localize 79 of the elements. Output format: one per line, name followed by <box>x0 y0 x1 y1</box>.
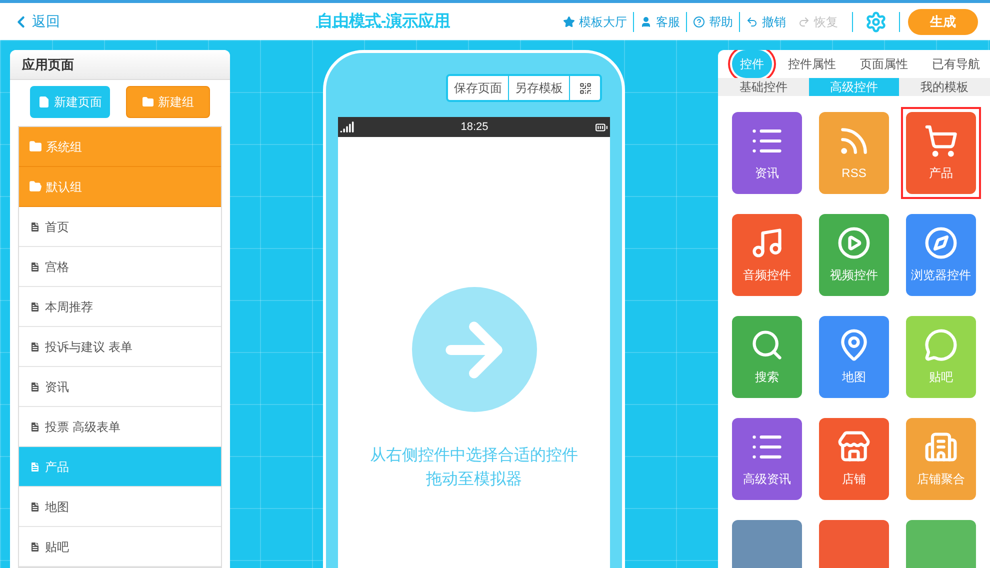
sub-tab[interactable]: 基础控件 <box>718 78 809 96</box>
generate-button[interactable]: 生成 <box>908 8 978 34</box>
app-title: 自由模式-演示应用 <box>316 11 450 32</box>
folder-icon <box>142 96 154 108</box>
tile-label: RSS <box>842 165 866 182</box>
store-icon <box>837 430 871 464</box>
panel-tab[interactable]: 页面属性 <box>852 50 916 78</box>
toolbar-button[interactable]: 另存模板 <box>509 76 570 100</box>
file-icon <box>38 96 50 108</box>
tile-label: 浏览器控件 <box>911 267 971 284</box>
panel-tab[interactable]: 控件属性 <box>780 50 844 78</box>
widget-tile[interactable]: 店铺 <box>814 413 894 505</box>
toolbar-action[interactable]: 帮助 <box>687 12 739 30</box>
help-icon <box>693 16 705 28</box>
widget-tile[interactable]: 产品 <box>901 107 981 199</box>
file-icon <box>29 220 41 232</box>
hint-text: 拖动至模拟器 <box>426 470 522 490</box>
cart-icon <box>924 124 958 158</box>
settings-icon[interactable] <box>865 10 887 32</box>
search-icon <box>750 328 784 362</box>
toolbar-button[interactable]: 保存页面 <box>448 76 509 100</box>
file-icon <box>29 260 41 272</box>
widget-tile[interactable]: 视频控件 <box>814 209 894 301</box>
music-note-icon <box>750 226 784 260</box>
mall-icon <box>924 430 958 464</box>
widget-tile[interactable]: 地图 <box>814 311 894 403</box>
widget-tile[interactable]: 搜索 <box>727 311 807 403</box>
tile-label: 视频控件 <box>830 267 878 284</box>
toolbar-action[interactable]: 模板大厅 <box>557 12 633 30</box>
tile-label: 店铺聚合 <box>917 471 965 488</box>
file-icon <box>29 420 41 432</box>
widget-tile[interactable]: RSS <box>814 107 894 199</box>
undo-icon <box>746 16 758 28</box>
group-item[interactable]: 系统组 <box>19 127 221 167</box>
signal-icon <box>340 120 354 134</box>
hint-text: 从右侧控件中选择合适的控件 <box>370 446 578 466</box>
widget-tile[interactable]: 贴吧 <box>901 311 981 403</box>
toolbar-action[interactable]: 撤销 <box>740 12 792 30</box>
back-button[interactable]: 返回 <box>12 11 60 32</box>
widget-tile[interactable]: 音频控件 <box>727 209 807 301</box>
new-group-button[interactable]: 新建组 <box>126 86 210 118</box>
widget-tile[interactable]: 浏览器控件 <box>901 209 981 301</box>
tile-label: 地图 <box>842 369 866 386</box>
compass-icon <box>924 226 958 260</box>
tile-label: 高级资讯 <box>743 471 791 488</box>
panel-tab[interactable]: 控件 <box>732 50 772 78</box>
folder-icon <box>29 140 42 153</box>
file-icon <box>29 340 41 352</box>
tile-label: 贴吧 <box>929 369 953 386</box>
toolbar-action[interactable]: 客服 <box>634 12 686 30</box>
file-icon <box>29 540 41 552</box>
file-icon <box>29 380 41 392</box>
tile-label: 音频控件 <box>743 267 791 284</box>
tile-label: 产品 <box>929 165 953 182</box>
user-icon <box>640 16 652 28</box>
file-icon <box>29 300 41 312</box>
tile-label: 资讯 <box>755 165 779 182</box>
tile-label: 搜索 <box>755 369 779 386</box>
new-page-button[interactable]: 新建页面 <box>30 86 110 118</box>
file-icon <box>29 460 41 472</box>
qr-code-icon <box>578 82 592 94</box>
widget-tile[interactable]: 资讯 <box>727 107 807 199</box>
star-icon <box>563 16 575 28</box>
sub-tab[interactable]: 高级控件 <box>808 78 900 96</box>
file-icon <box>29 500 41 512</box>
chat-bubble-icon <box>924 328 958 362</box>
battery-icon <box>595 120 608 134</box>
widget-tile[interactable]: 店铺聚合 <box>901 413 981 505</box>
widget-tile[interactable]: 高级资讯 <box>727 413 807 505</box>
play-icon <box>837 226 871 260</box>
panel-title: 应用页面 <box>22 56 74 74</box>
sub-tab[interactable]: 我的模板 <box>899 78 990 96</box>
panel-tab[interactable]: 已有导航 <box>924 50 988 78</box>
group-item[interactable]: 默认组 <box>19 167 221 207</box>
page-item[interactable]: 产品 <box>19 447 221 487</box>
tile-label: 店铺 <box>842 471 866 488</box>
clock-time: 18:25 <box>460 120 488 135</box>
folder-open-icon <box>29 180 42 193</box>
redo-icon <box>798 16 810 28</box>
